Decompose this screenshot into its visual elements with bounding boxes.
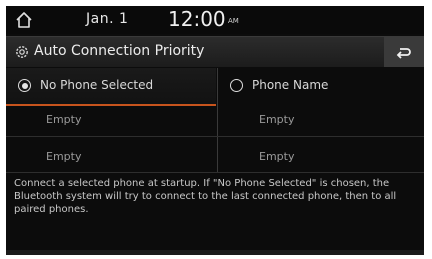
date-display: Jan. 1 [86,11,129,27]
gear-icon [14,44,30,60]
radio-unselected-icon [230,79,243,92]
radio-selected-icon [18,79,31,92]
back-button[interactable] [384,37,424,67]
option-label-phone-name: Phone Name [252,78,329,92]
slot-right-1[interactable]: Empty [259,113,294,126]
slot-right-2[interactable]: Empty [259,150,294,163]
head-unit-screen: Jan. 1 12:00 AM Auto Connection Priority… [6,6,424,255]
clock-display: 12:00 [168,7,226,31]
row-divider [6,172,424,173]
status-bar: Jan. 1 12:00 AM [6,6,424,34]
column-divider [217,68,218,172]
option-phone-name[interactable]: Phone Name [218,68,424,104]
help-description: Connect a selected phone at startup. If … [14,178,397,215]
slot-left-2[interactable]: Empty [46,150,81,163]
title-bar: Auto Connection Priority [6,36,424,67]
option-label-no-phone: No Phone Selected [40,78,154,92]
row-divider [6,136,424,137]
bottom-bar [6,250,424,255]
page-title: Auto Connection Priority [34,43,205,59]
am-pm-indicator: AM [228,17,239,25]
option-no-phone-selected[interactable]: No Phone Selected [6,68,216,106]
home-icon[interactable] [14,10,34,30]
back-arrow-icon [396,48,411,59]
slot-left-1[interactable]: Empty [46,113,81,126]
